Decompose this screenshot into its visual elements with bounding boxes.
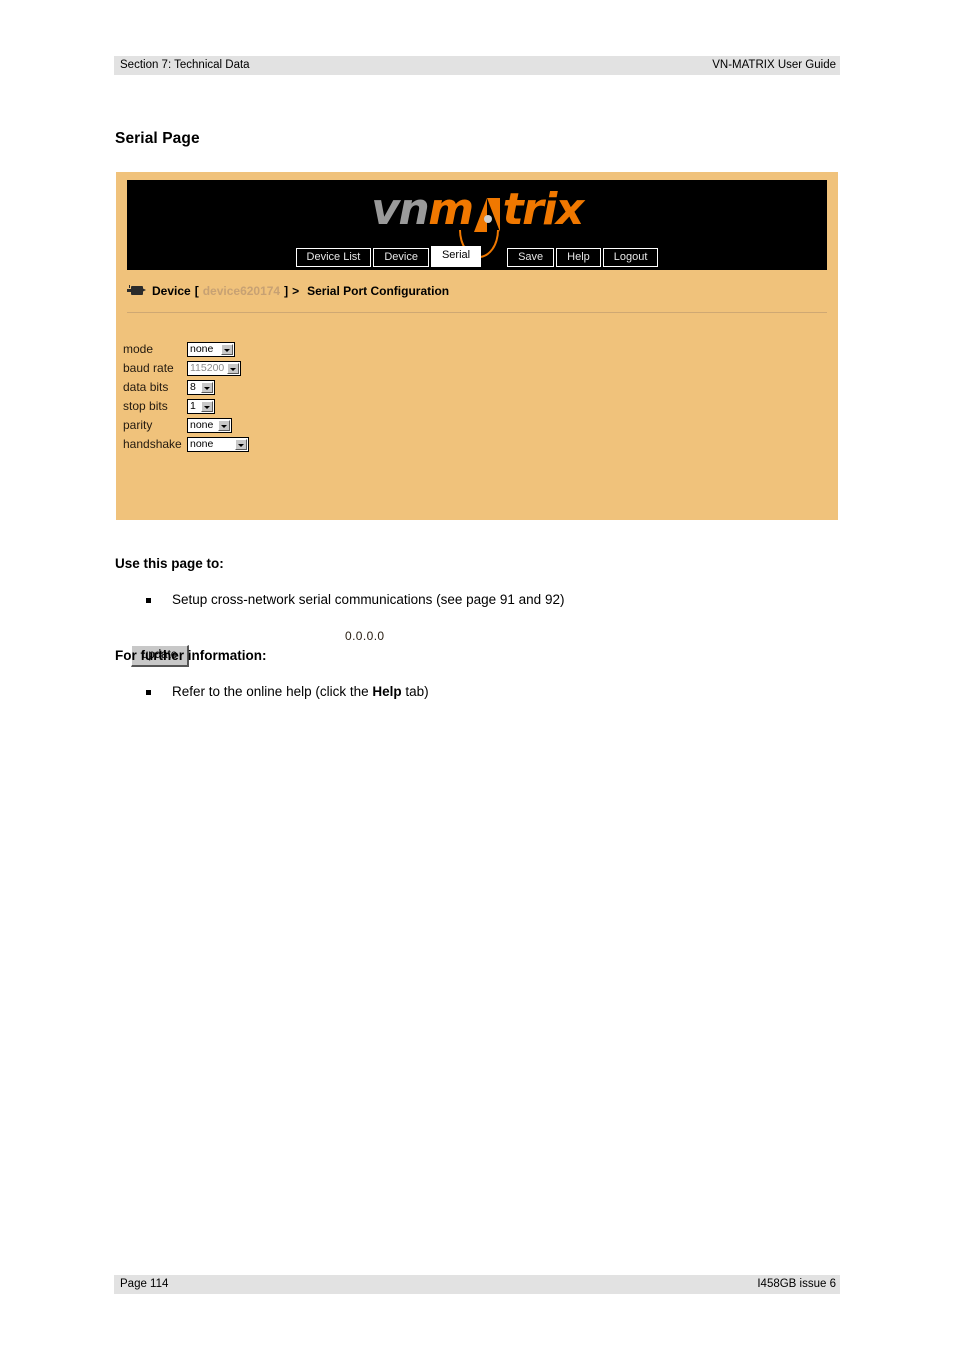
use-this-page-heading: Use this page to: bbox=[115, 556, 224, 571]
list-item-text-post: tab) bbox=[401, 684, 429, 699]
label-stop-bits: stop bits bbox=[123, 399, 168, 414]
select-baud-rate[interactable]: 115200 bbox=[187, 361, 241, 377]
running-foot: Page 114 I458GB issue 6 bbox=[114, 1275, 840, 1294]
breadcrumb: Device[device620174] > Serial Port Configu… bbox=[127, 284, 827, 310]
running-head-guide: VN-MATRIX User Guide bbox=[712, 59, 836, 71]
label-parity: parity bbox=[123, 418, 153, 433]
select-data-bits[interactable]: 8 bbox=[187, 380, 215, 396]
bullet-marker-icon bbox=[146, 686, 172, 698]
select-parity-value: none bbox=[190, 419, 214, 432]
chevron-down-icon[interactable] bbox=[218, 420, 230, 432]
logo-text-vn: vn bbox=[371, 184, 430, 235]
bullet-marker-icon bbox=[146, 594, 172, 606]
chevron-down-icon[interactable] bbox=[221, 344, 233, 356]
select-mode[interactable]: none bbox=[187, 342, 235, 358]
select-stop-bits-value: 1 bbox=[190, 400, 196, 413]
label-data-bits: data bits bbox=[123, 380, 169, 395]
select-data-bits-value: 8 bbox=[190, 381, 196, 394]
label-baud-rate: baud rate bbox=[123, 361, 174, 376]
list-item-text: Setup cross-network serial communication… bbox=[172, 592, 565, 607]
form-row-mode: mode none bbox=[123, 340, 823, 359]
camera-icon-lens bbox=[142, 288, 146, 292]
form-row-baud-rate: baud rate 115200 bbox=[123, 359, 823, 378]
breadcrumb-open-bracket: [ bbox=[194, 284, 199, 298]
breadcrumb-root[interactable]: Device bbox=[152, 284, 191, 298]
breadcrumb-close-bracket: ] bbox=[284, 284, 289, 298]
running-head-section: Section 7: Technical Data bbox=[120, 59, 250, 71]
further-information-heading: For further information: bbox=[115, 648, 267, 663]
serial-port-form: mode none baud rate 115200 data bits 8 stop… bbox=[123, 340, 823, 667]
logo-text-m: m bbox=[428, 184, 474, 235]
logo-a-glyph-icon bbox=[473, 186, 503, 232]
app-nav-tabs: Device List Device Serial Save Help Logo… bbox=[127, 246, 827, 267]
select-baud-rate-value: 115200 bbox=[190, 362, 225, 375]
form-row-parity: parity none bbox=[123, 416, 823, 435]
form-row-handshake: handshake none bbox=[123, 435, 823, 454]
list-item: Setup cross-network serial communication… bbox=[146, 592, 564, 607]
select-parity[interactable]: none bbox=[187, 418, 232, 434]
form-row-data-bits: data bits 8 bbox=[123, 378, 823, 397]
vnmatrix-logo: vnm trix bbox=[127, 184, 827, 258]
select-handshake-value: none bbox=[190, 438, 214, 451]
list-item-text-emphasis: Help bbox=[372, 684, 402, 699]
page-title: Serial Page bbox=[115, 130, 200, 147]
select-handshake[interactable]: none bbox=[187, 437, 249, 453]
list-item-text-pre: Refer to the online help (click the bbox=[172, 684, 373, 699]
nav-tab-help[interactable]: Help bbox=[556, 248, 601, 267]
breadcrumb-divider bbox=[127, 312, 827, 313]
running-foot-issue: I458GB issue 6 bbox=[757, 1278, 836, 1290]
app-masthead: vnm trix Device List Device Serial Save … bbox=[127, 180, 827, 270]
status-ip-address: 0.0.0.0 bbox=[345, 629, 385, 643]
chevron-down-icon[interactable] bbox=[201, 401, 213, 413]
camera-icon-tick bbox=[129, 285, 130, 288]
running-head: Section 7: Technical Data VN-MATRIX User… bbox=[114, 56, 840, 75]
app-screenshot-figure: vnm trix Device List Device Serial Save … bbox=[116, 172, 838, 667]
select-mode-value: none bbox=[190, 343, 214, 356]
nav-tab-save[interactable]: Save bbox=[507, 248, 555, 267]
camera-icon bbox=[127, 285, 149, 296]
logo-wordmark: vnm trix bbox=[371, 184, 585, 258]
running-foot-page: Page 114 bbox=[120, 1278, 169, 1290]
nav-tab-device-list[interactable]: Device List bbox=[295, 248, 372, 267]
select-stop-bits[interactable]: 1 bbox=[187, 399, 215, 415]
breadcrumb-current-page: Serial Port Configuration bbox=[307, 284, 450, 298]
list-item: Refer to the online help (click the Help… bbox=[146, 684, 429, 699]
logo-text-trix: trix bbox=[502, 184, 585, 235]
chevron-down-icon[interactable] bbox=[235, 439, 247, 451]
nav-tab-device[interactable]: Device bbox=[373, 248, 429, 267]
breadcrumb-spacer bbox=[299, 284, 307, 298]
label-mode: mode bbox=[123, 342, 154, 357]
nav-tab-serial[interactable]: Serial bbox=[430, 246, 482, 267]
nav-tab-logout[interactable]: Logout bbox=[602, 248, 659, 267]
form-row-stop-bits: stop bits 1 bbox=[123, 397, 823, 416]
chevron-down-icon[interactable] bbox=[227, 363, 239, 375]
logo-a-dot bbox=[483, 215, 492, 223]
chevron-down-icon[interactable] bbox=[201, 382, 213, 394]
label-handshake: handshake bbox=[123, 437, 182, 452]
breadcrumb-device-id: device620174 bbox=[202, 284, 281, 298]
